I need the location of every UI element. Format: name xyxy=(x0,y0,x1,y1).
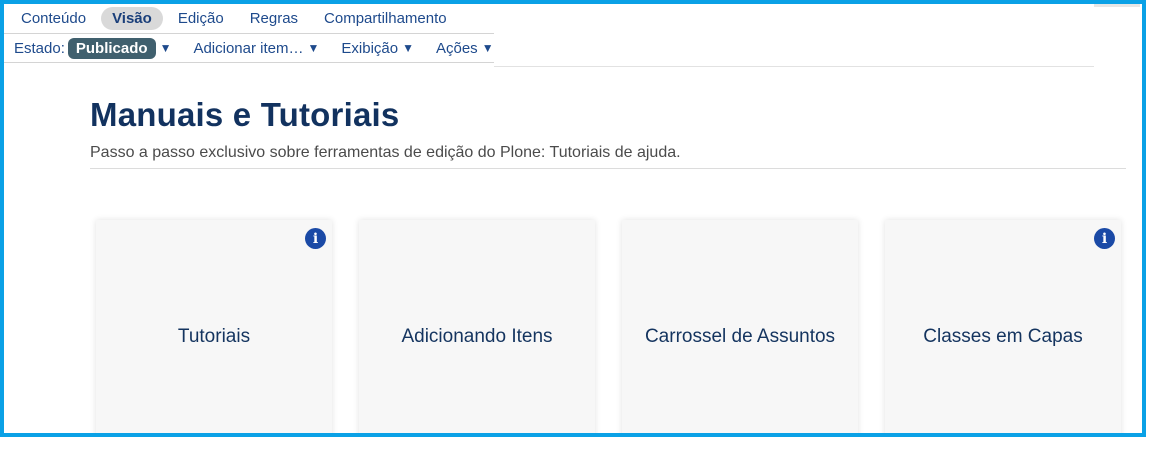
card-title: Tutoriais xyxy=(177,326,251,347)
info-icon[interactable]: i xyxy=(305,228,326,249)
chevron-down-icon: ▼ xyxy=(402,41,414,55)
card-classes-em-capas[interactable]: i Classes em Capas xyxy=(885,220,1121,433)
chevron-down-icon: ▼ xyxy=(481,41,494,55)
actions-menu[interactable]: Ações ▼ xyxy=(436,40,494,57)
screenshot-frame: Conteúdo Visão Edição Regras Compartilha… xyxy=(0,0,1146,437)
header-divider xyxy=(494,66,1094,67)
tab-conteudo[interactable]: Conteúdo xyxy=(10,7,97,30)
info-icon[interactable]: i xyxy=(1094,228,1115,249)
page-description: Passo a passo exclusivo sobre ferramenta… xyxy=(90,144,681,161)
card-adicionando-itens[interactable]: Adicionando Itens xyxy=(359,220,595,433)
card-tutoriais[interactable]: i Tutoriais xyxy=(96,220,332,433)
edit-toolbar: Conteúdo Visão Edição Regras Compartilha… xyxy=(4,4,494,63)
tab-edicao[interactable]: Edição xyxy=(167,7,235,30)
display-menu-label: Exibição xyxy=(341,39,399,57)
actions-menu-label: Ações xyxy=(435,39,478,57)
state-menu[interactable]: Estado: Publicado ▼ xyxy=(14,37,172,59)
display-menu[interactable]: Exibição ▼ xyxy=(341,40,414,57)
state-badge: Publicado xyxy=(67,37,156,59)
add-item-menu[interactable]: Adicionar item… ▼ xyxy=(193,40,319,57)
tab-regras[interactable]: Regras xyxy=(239,7,309,30)
top-right-tab xyxy=(1094,4,1140,7)
toolbar-tabs: Conteúdo Visão Edição Regras Compartilha… xyxy=(4,4,494,34)
card-title: Classes em Capas xyxy=(923,326,1083,347)
card-title: Adicionando Itens xyxy=(401,326,553,347)
chevron-down-icon: ▼ xyxy=(159,41,172,55)
page-title: Manuais e Tutoriais xyxy=(90,96,400,133)
add-item-menu-label: Adicionar item… xyxy=(193,39,304,57)
toolbar-subbar: Estado: Publicado ▼ Adicionar item… ▼ Ex… xyxy=(4,34,494,63)
chevron-down-icon: ▼ xyxy=(307,41,320,55)
title-divider xyxy=(90,168,1126,169)
tab-visao[interactable]: Visão xyxy=(101,7,163,30)
tab-compartilhamento[interactable]: Compartilhamento xyxy=(313,7,458,30)
card-title: Carrossel de Assuntos xyxy=(644,326,836,347)
card-carrossel-de-assuntos[interactable]: Carrossel de Assuntos xyxy=(622,220,858,433)
state-label: Estado: xyxy=(14,39,65,57)
